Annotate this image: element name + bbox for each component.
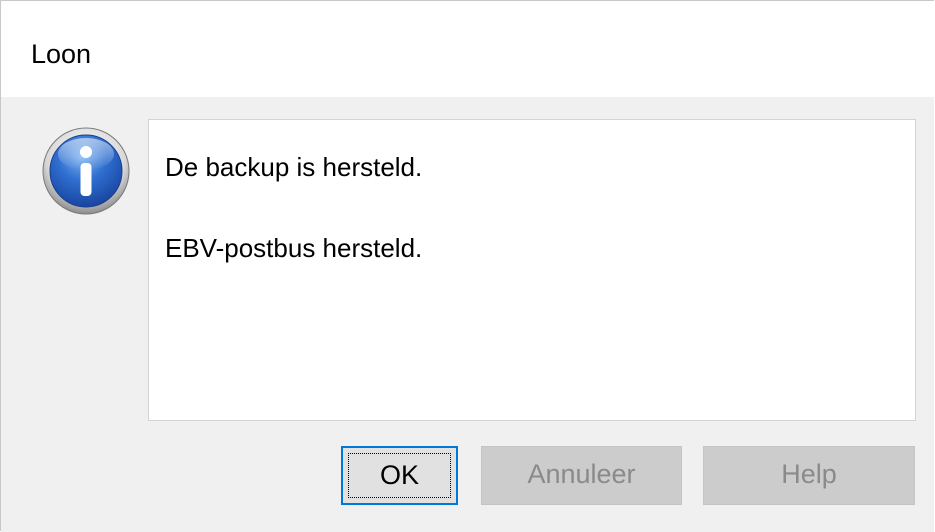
cancel-button-label: Annuleer: [527, 459, 636, 489]
help-button-label: Help: [781, 459, 837, 489]
message-text-area: De backup is hersteld. EBV-postbus herst…: [148, 119, 916, 421]
message-dialog: Loon De backup is hersteld. EBV-postbus …: [0, 0, 934, 532]
information-icon: [42, 127, 130, 215]
help-button[interactable]: Help: [703, 446, 915, 505]
message-line-2: EBV-postbus hersteld.: [165, 233, 423, 263]
cancel-button[interactable]: Annuleer: [481, 446, 682, 505]
ok-button[interactable]: OK: [341, 446, 458, 505]
message-line-1: De backup is hersteld.: [165, 152, 423, 182]
ok-button-label: OK: [379, 460, 419, 490]
dialog-title: Loon: [31, 39, 92, 69]
title-bar[interactable]: Loon: [1, 1, 934, 97]
